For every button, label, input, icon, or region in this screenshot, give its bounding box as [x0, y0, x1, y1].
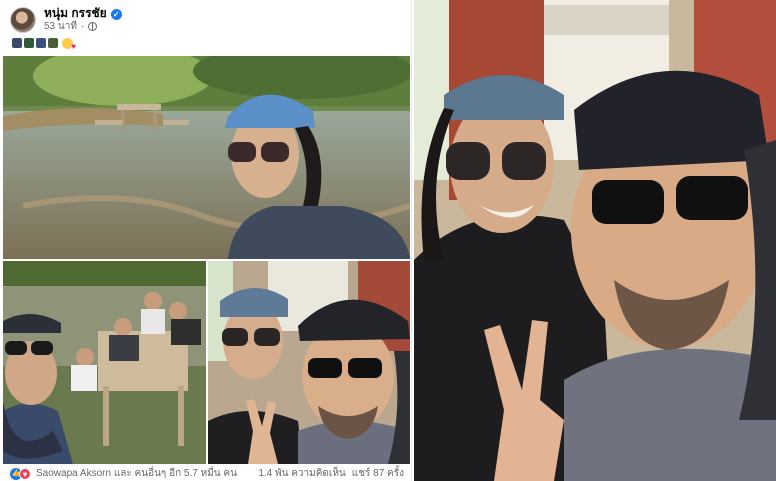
- post-stats: 1.4 พัน ความคิดเห็น แชร์ 87 ครั้ง: [258, 466, 404, 481]
- photo-large-two-men[interactable]: [414, 0, 776, 481]
- sunglasses-emoji-icon: [24, 38, 34, 48]
- sunglasses-emoji-icon: [12, 38, 22, 48]
- sunglasses-emoji-icon: [36, 38, 46, 48]
- photo-river-selfie[interactable]: [3, 56, 410, 259]
- author-name[interactable]: หนุ่ม กรรชัย: [44, 7, 107, 21]
- love-reaction-icon[interactable]: ♥: [19, 467, 31, 480]
- author-block: หนุ่ม กรรชัย ✓ 53 นาที ·: [44, 7, 122, 32]
- post-timestamp[interactable]: 53 นาที: [44, 21, 77, 33]
- photo-two-men-selfie[interactable]: [208, 261, 410, 464]
- post-footer: 👍 ♥ Saowapa Aksorn และ คนอื่นๆ อีก 5.7 ห…: [0, 466, 412, 481]
- comments-count[interactable]: 1.4 พัน ความคิดเห็น: [258, 466, 345, 481]
- smiling-hearts-emoji-icon: [62, 38, 76, 51]
- post-caption: [12, 38, 76, 51]
- post-meta: 53 นาที ·: [44, 21, 122, 33]
- globe-icon: [88, 22, 98, 32]
- shares-count[interactable]: แชร์ 87 ครั้ง: [352, 466, 404, 481]
- sunglasses-emoji-icon: [48, 38, 58, 48]
- facebook-post-card: หนุ่ม กรรชัย ✓ 53 นาที · ♥ 👍 ♥ Saowapa A…: [0, 0, 412, 481]
- post-header: หนุ่ม กรรชัย ✓ 53 นาที ·: [10, 6, 122, 34]
- dot-separator: ·: [80, 21, 85, 33]
- photo-group-table[interactable]: [3, 261, 206, 464]
- reaction-summary[interactable]: Saowapa Aksorn และ คนอื่นๆ อีก 5.7 หมื่น…: [36, 466, 237, 481]
- author-row: หนุ่ม กรรชัย ✓: [44, 7, 122, 21]
- author-avatar[interactable]: [10, 7, 36, 33]
- verified-badge-icon: ✓: [110, 8, 122, 20]
